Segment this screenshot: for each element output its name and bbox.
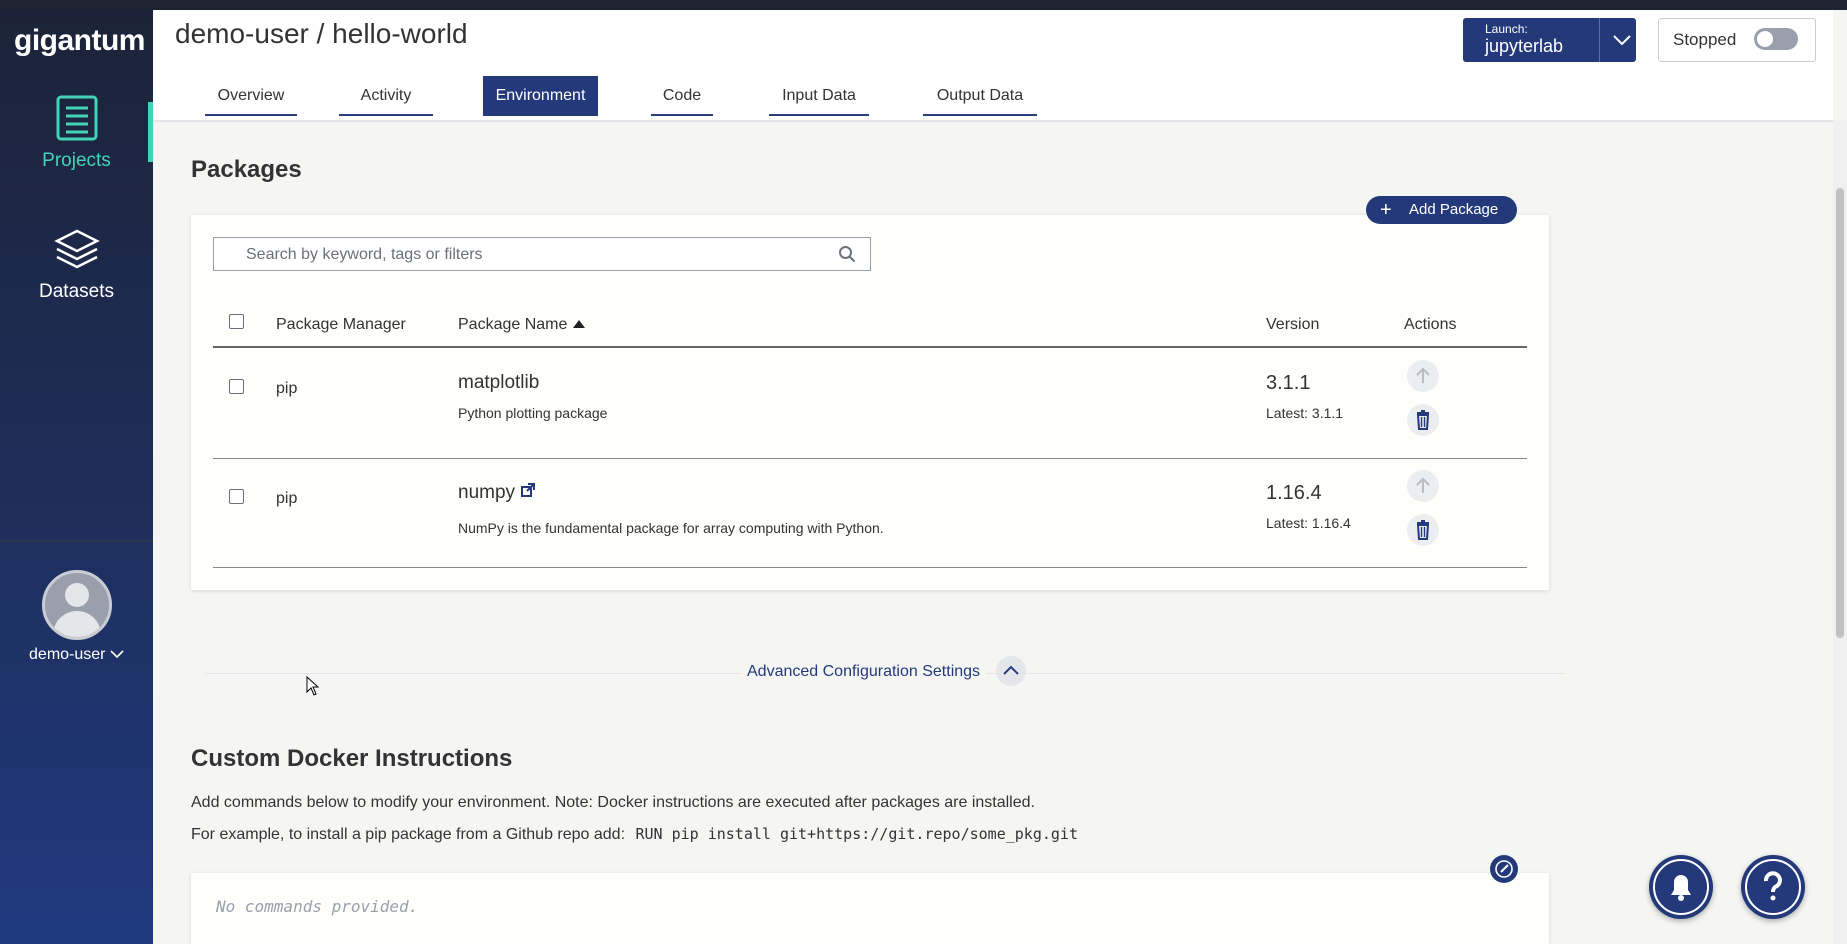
docker-example-code: RUN pip install git+https://git.repo/som… [635, 825, 1078, 843]
app-logo[interactable]: gigantum [14, 24, 146, 58]
status-label: Stopped [1673, 30, 1737, 49]
row-checkbox[interactable] [229, 489, 244, 504]
column-header-actions: Actions [1404, 316, 1457, 333]
sidebar-item-label: Projects [42, 150, 111, 171]
column-header-name[interactable]: Package Name [458, 316, 586, 334]
chevron-up-icon [1003, 665, 1019, 675]
avatar [41, 570, 112, 640]
collapse-advanced-button[interactable] [996, 656, 1026, 686]
docker-example-label: For example, to install a pip package fr… [191, 826, 626, 843]
datasets-icon [53, 229, 100, 269]
mouse-cursor-icon [306, 676, 320, 696]
package-latest-version: Latest: 3.1.1 [1266, 405, 1344, 421]
row-checkbox[interactable] [229, 379, 244, 394]
container-status[interactable]: Stopped [1658, 18, 1816, 62]
select-all-checkbox[interactable] [229, 314, 244, 329]
sort-ascending-icon [572, 320, 585, 328]
search-placeholder: Search by keyword, tags or filters [246, 246, 483, 263]
column-header-version[interactable]: Version [1266, 316, 1319, 334]
delete-package-button[interactable] [1407, 404, 1439, 436]
chevron-down-icon[interactable] [1611, 30, 1633, 50]
trash-icon [1416, 520, 1430, 540]
external-link-icon[interactable] [520, 482, 536, 498]
sidebar: gigantum Projects Datasets demo-user [0, 10, 153, 944]
search-input[interactable]: Search by keyword, tags or filters [213, 237, 871, 271]
top-strip [0, 0, 1847, 10]
add-package-label: Add Package [1409, 201, 1499, 218]
help-button[interactable] [1741, 855, 1805, 919]
arrow-up-icon [1416, 477, 1430, 493]
question-icon [1763, 871, 1782, 901]
scrollbar-thumb[interactable] [1836, 188, 1844, 638]
tab-overview[interactable]: Overview [205, 76, 297, 116]
launch-button[interactable]: Launch: jupyterlab [1463, 18, 1636, 62]
update-package-button[interactable] [1407, 470, 1439, 502]
user-menu[interactable]: demo-user [0, 570, 153, 664]
package-description: NumPy is the fundamental package for arr… [458, 520, 884, 536]
sidebar-item-projects[interactable]: Projects [0, 95, 153, 172]
launch-label: Launch: [1485, 22, 1528, 36]
status-toggle[interactable] [1754, 28, 1798, 50]
docker-description: Add commands below to modify your enviro… [191, 794, 1035, 811]
package-description: Python plotting package [458, 405, 608, 421]
package-latest-version: Latest: 1.16.4 [1266, 515, 1351, 531]
tab-output-data[interactable]: Output Data [923, 76, 1037, 116]
column-header-manager[interactable]: Package Manager [276, 316, 406, 334]
bell-icon [1671, 875, 1691, 901]
search-icon[interactable] [838, 245, 856, 263]
tab-code[interactable]: Code [651, 76, 713, 116]
package-manager: pip [276, 490, 298, 507]
tab-input-data[interactable]: Input Data [769, 76, 869, 116]
package-name: numpy [458, 482, 536, 504]
advanced-config-toggle[interactable]: Advanced Configuration Settings [741, 663, 987, 681]
sidebar-divider [0, 540, 153, 542]
sidebar-item-label: Datasets [39, 281, 114, 302]
add-package-button[interactable]: + Add Package [1366, 196, 1517, 224]
package-name: matplotlib [458, 372, 540, 393]
page-title: demo-user / hello-world [175, 18, 468, 49]
user-name: demo-user [29, 646, 106, 663]
package-manager: pip [276, 380, 298, 397]
launch-value: jupyterlab [1485, 36, 1564, 56]
docker-instructions-box[interactable]: No commands provided. [191, 873, 1549, 944]
update-package-button[interactable] [1407, 360, 1439, 392]
tab-activity[interactable]: Activity [339, 76, 433, 116]
notifications-button[interactable] [1649, 855, 1713, 919]
package-version: 1.16.4 [1266, 482, 1322, 504]
packages-heading: Packages [191, 156, 302, 183]
plus-icon: + [1380, 199, 1392, 221]
trash-icon [1416, 410, 1430, 430]
projects-icon [56, 95, 97, 141]
edit-docker-button[interactable] [1490, 855, 1518, 883]
tab-environment[interactable]: Environment [483, 76, 598, 116]
edit-icon [1495, 860, 1513, 878]
packages-card: Search by keyword, tags or filters Packa… [191, 215, 1549, 590]
package-version: 3.1.1 [1266, 372, 1311, 394]
arrow-up-icon [1416, 367, 1430, 383]
chevron-down-icon [110, 650, 124, 659]
docker-heading: Custom Docker Instructions [191, 745, 513, 772]
sidebar-item-datasets[interactable]: Datasets [0, 228, 153, 303]
docker-example: For example, to install a pip package fr… [191, 825, 1078, 844]
delete-package-button[interactable] [1407, 514, 1439, 546]
docker-placeholder: No commands provided. [216, 897, 419, 916]
